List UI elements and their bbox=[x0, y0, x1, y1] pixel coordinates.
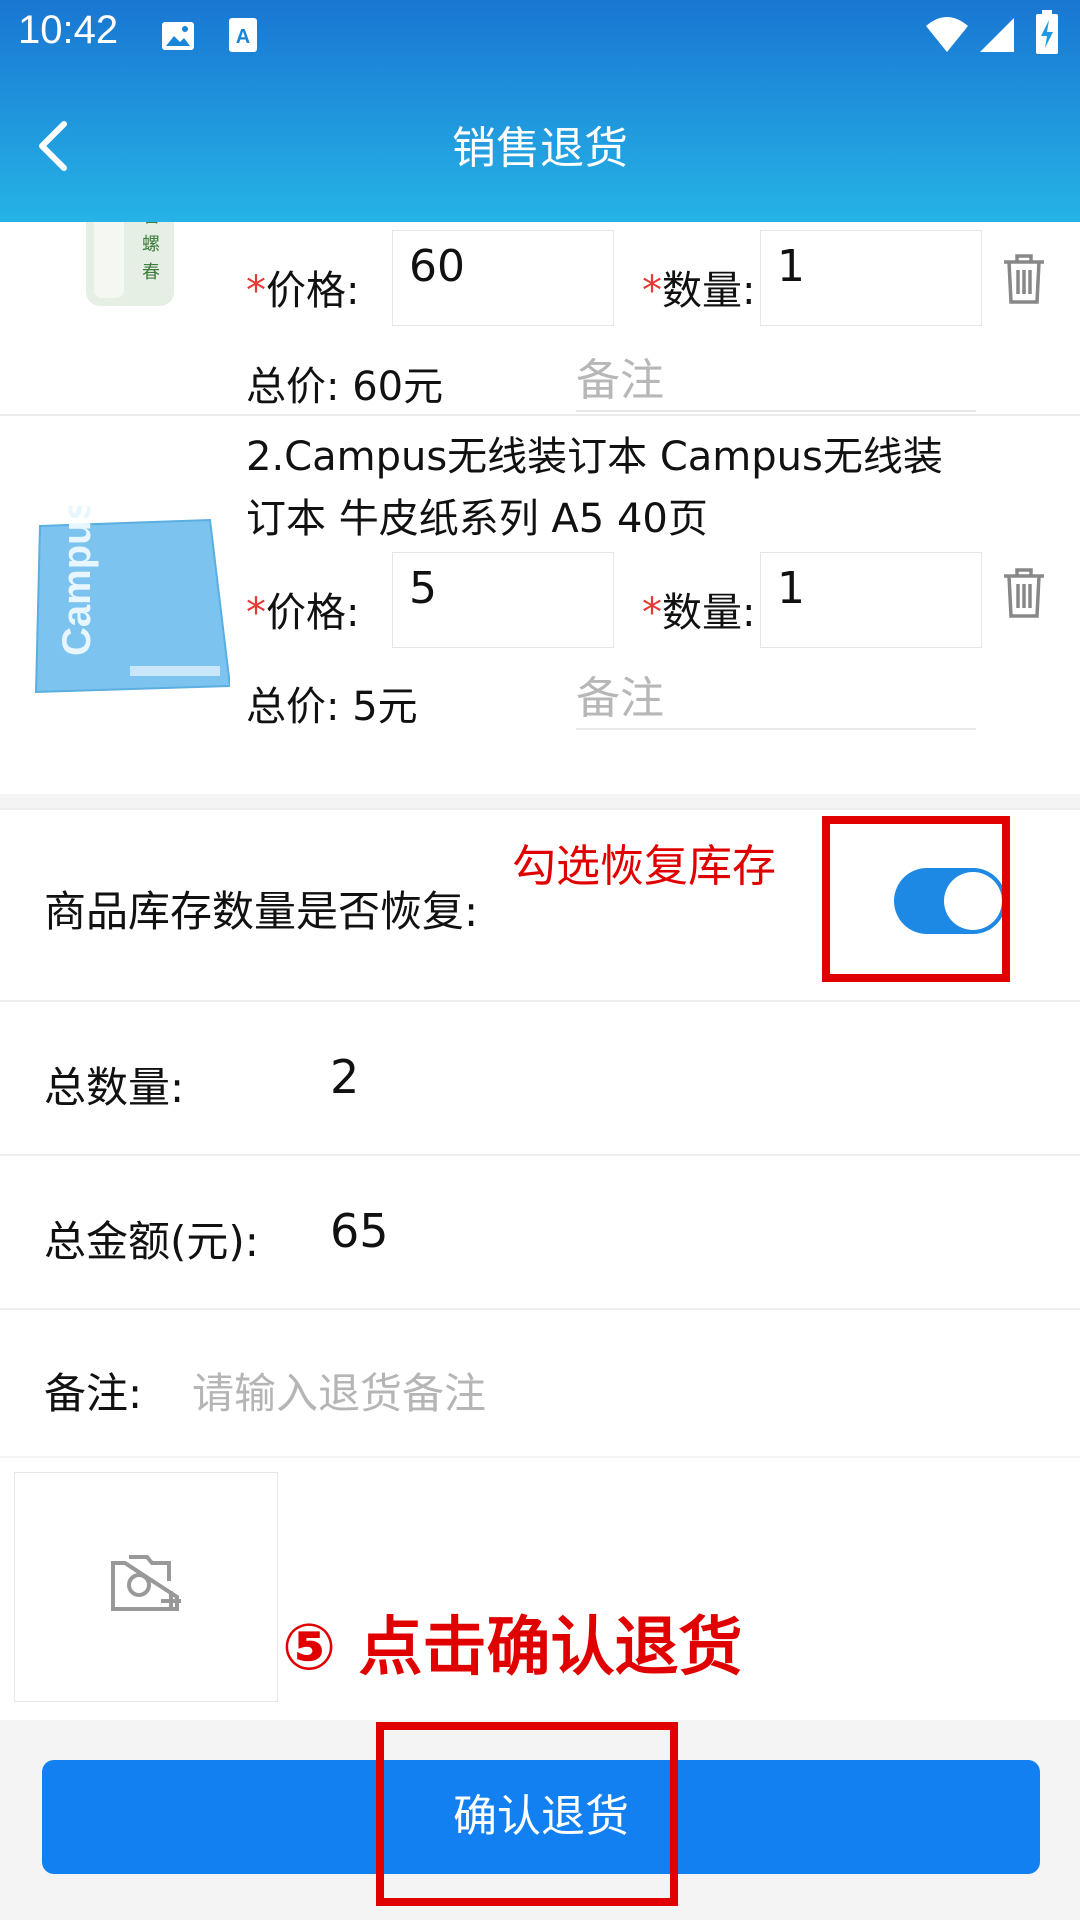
price-input[interactable]: 60 bbox=[392, 230, 614, 326]
status-bar: 10:42 A bbox=[0, 0, 1080, 74]
restore-hint-annotation: 勾选恢复库存 bbox=[512, 841, 776, 892]
return-remark-input[interactable]: 请输入退货备注 bbox=[192, 1360, 486, 1421]
total-amount-value: 65 bbox=[330, 1204, 389, 1258]
svg-text:Campus: Campus bbox=[55, 506, 99, 656]
trash-icon[interactable] bbox=[1000, 566, 1048, 620]
add-photo-button[interactable] bbox=[14, 1472, 278, 1702]
total-quantity-value: 2 bbox=[330, 1050, 360, 1104]
trash-icon[interactable] bbox=[1000, 252, 1048, 306]
price-label: *价格: bbox=[246, 590, 360, 636]
price-input[interactable]: 5 bbox=[392, 552, 614, 648]
quantity-input[interactable]: 1 bbox=[760, 230, 982, 326]
status-time: 10:42 bbox=[18, 8, 119, 52]
confirm-button-highlight bbox=[376, 1722, 678, 1906]
total-amount-row: 总金额(元): 65 bbox=[0, 1154, 1080, 1308]
item-total: 总价: 5元 bbox=[246, 684, 418, 730]
row-divider bbox=[0, 1000, 1080, 1002]
gallery-icon bbox=[162, 22, 194, 50]
restore-stock-label: 商品库存数量是否恢复: bbox=[44, 887, 479, 936]
quantity-label: *数量: bbox=[642, 590, 756, 636]
total-quantity-row: 总数量: 2 bbox=[0, 1000, 1080, 1154]
camera-add-icon bbox=[111, 1555, 181, 1611]
remark-row: 备注: 请输入退货备注 bbox=[0, 1308, 1080, 1456]
remark-label: 备注: bbox=[44, 1369, 143, 1418]
battery-charging-icon bbox=[1036, 10, 1058, 54]
page-title: 销售退货 bbox=[452, 123, 628, 174]
restore-stock-highlight bbox=[822, 816, 1010, 982]
row-divider bbox=[0, 1154, 1080, 1156]
price-label: *价格: bbox=[246, 268, 360, 314]
product-name: 2.Campus无线装订本 Campus无线装 订本 牛皮纸系列 A5 40页 bbox=[246, 434, 943, 542]
text-input-icon: A bbox=[229, 18, 257, 52]
svg-text:螺: 螺 bbox=[142, 234, 160, 255]
item-remark-input[interactable]: 备注 bbox=[576, 344, 976, 412]
total-amount-label: 总金额(元): bbox=[44, 1217, 259, 1266]
wifi-icon bbox=[926, 17, 968, 52]
app-header: 10:42 A 销售退货 bbox=[0, 0, 1080, 222]
row-divider bbox=[0, 1308, 1080, 1310]
return-item-card: Campus 2.Campus无线装订本 Campus无线装 订本 牛皮纸系列 … bbox=[0, 416, 1080, 794]
svg-text:春: 春 bbox=[142, 262, 160, 283]
signal-icon bbox=[980, 18, 1014, 52]
content-area: 碧 螺 春 *价格: 60 *数量: 1 总价: 60元 备注 Campus 2… bbox=[0, 222, 1080, 1720]
quantity-input[interactable]: 1 bbox=[760, 552, 982, 648]
svg-text:碧: 碧 bbox=[142, 222, 160, 227]
svg-text:A: A bbox=[236, 26, 250, 48]
product-thumbnail: Campus bbox=[34, 506, 230, 694]
product-thumbnail: 碧 螺 春 bbox=[86, 222, 174, 306]
section-divider bbox=[0, 808, 1080, 810]
quantity-label: *数量: bbox=[642, 268, 756, 314]
total-quantity-label: 总数量: bbox=[44, 1063, 185, 1112]
item-remark-input[interactable]: 备注 bbox=[576, 662, 976, 730]
step-hint-annotation: ⑤ 点击确认退货 bbox=[282, 1611, 743, 1685]
item-total: 总价: 60元 bbox=[246, 364, 444, 410]
